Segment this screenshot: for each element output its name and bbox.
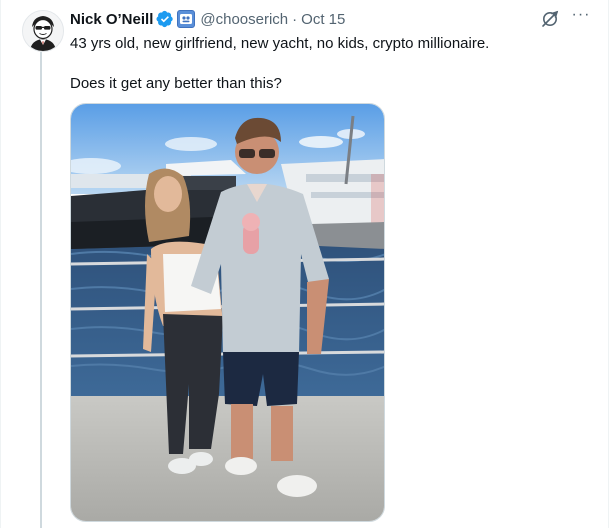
tweet-container[interactable]: Nick O’Neill @chooserich · Oct 15 ··· 43… bbox=[0, 0, 609, 528]
tweet-photo[interactable] bbox=[70, 103, 385, 522]
author-avatar[interactable] bbox=[22, 10, 64, 52]
tweet-header: Nick O’Neill @chooserich · Oct 15 bbox=[70, 9, 598, 29]
grok-icon[interactable] bbox=[540, 9, 560, 29]
thread-connector-line bbox=[40, 52, 42, 528]
more-options-icon[interactable]: ··· bbox=[570, 6, 592, 28]
tweet-text-line-2: Does it get any better than this? bbox=[70, 75, 282, 92]
photo-image-icon bbox=[71, 104, 384, 521]
tweet-text-line-1: 43 yrs old, new girlfriend, new yacht, n… bbox=[70, 35, 490, 52]
tweet-text: 43 yrs old, new girlfriend, new yacht, n… bbox=[70, 34, 590, 94]
author-handle[interactable]: @chooserich bbox=[200, 11, 288, 28]
verified-badge-icon[interactable] bbox=[156, 10, 174, 28]
cartoon-avatar-icon bbox=[23, 11, 63, 51]
tweet-timestamp[interactable]: Oct 15 bbox=[301, 11, 345, 28]
author-display-name[interactable]: Nick O’Neill bbox=[70, 11, 153, 28]
header-separator: · bbox=[292, 10, 298, 28]
affiliate-badge-icon[interactable] bbox=[177, 10, 196, 28]
